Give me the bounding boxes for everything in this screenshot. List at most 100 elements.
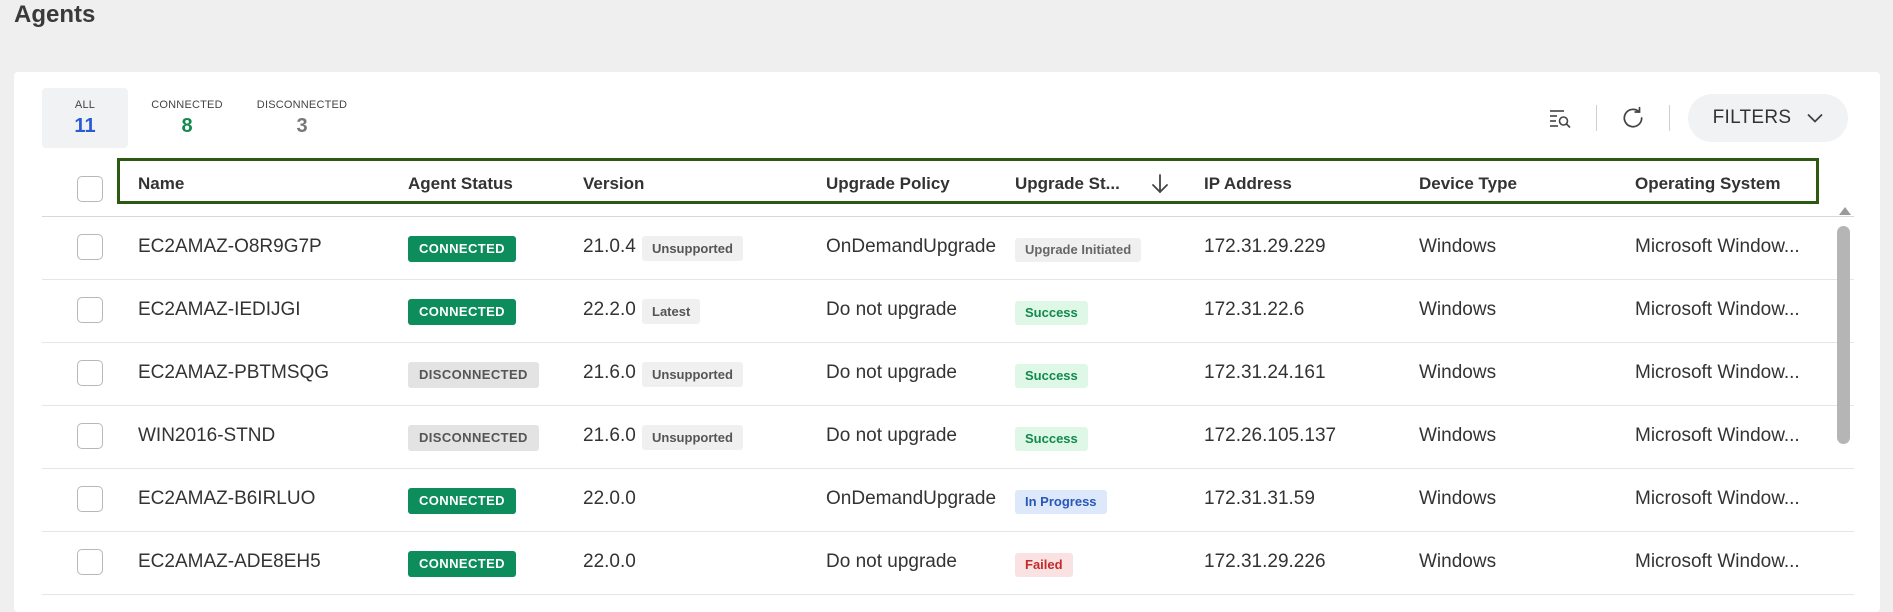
operating-system: Microsoft Window...: [1635, 236, 1800, 257]
tab-connected-label: CONNECTED: [151, 98, 223, 111]
col-header-ip-address[interactable]: IP Address: [1204, 174, 1292, 194]
col-header-device-type[interactable]: Device Type: [1419, 174, 1517, 194]
agent-version: 21.0.4: [583, 236, 636, 257]
table-row[interactable]: WIN2016-STND DISCONNECTED 21.6.0 Unsupporte…: [42, 406, 1854, 469]
table-toolbar: FILTERS: [1542, 94, 1848, 142]
device-type: Windows: [1419, 488, 1497, 509]
version-tag: Unsupported: [642, 362, 743, 387]
operating-system: Microsoft Window...: [1635, 299, 1800, 320]
filters-button[interactable]: FILTERS: [1688, 94, 1848, 142]
toolbar-divider: [1669, 105, 1670, 131]
search-list-icon[interactable]: [1542, 100, 1578, 136]
upgrade-status-badge: Success: [1015, 364, 1088, 388]
agent-status-badge: CONNECTED: [408, 299, 516, 325]
agent-name[interactable]: EC2AMAZ-PBTMSQG: [138, 362, 329, 384]
table-header: Name Agent Status Version Upgrade Policy…: [42, 158, 1854, 217]
table-row[interactable]: EC2AMAZ-ADE8EH5 CONNECTED 22.0.0 Do not upg…: [42, 532, 1854, 595]
device-type: Windows: [1419, 299, 1497, 320]
tab-disconnected-count: 3: [296, 114, 308, 137]
upgrade-policy: OnDemandUpgrade: [826, 236, 997, 257]
scroll-up-arrow-icon[interactable]: [1838, 206, 1852, 216]
operating-system: Microsoft Window...: [1635, 425, 1800, 446]
device-type: Windows: [1419, 236, 1497, 257]
table-row[interactable]: EC2AMAZ-B6IRLUO CONNECTED 22.0.0 OnDemandUp…: [42, 469, 1854, 532]
agent-status-badge: DISCONNECTED: [408, 425, 539, 451]
tab-connected-count: 8: [181, 114, 193, 137]
upgrade-status-badge: Success: [1015, 301, 1088, 325]
scrollbar-thumb[interactable]: [1837, 226, 1850, 444]
agent-name[interactable]: EC2AMAZ-O8R9G7P: [138, 236, 322, 258]
upgrade-policy: Do not upgrade: [826, 299, 957, 320]
select-all-checkbox[interactable]: [77, 176, 103, 202]
agent-version: 22.0.0: [583, 488, 636, 509]
row-checkbox[interactable]: [77, 297, 103, 323]
table-row[interactable]: EC2AMAZ-PBTMSQG DISCONNECTED 21.6.0 Unsuppo…: [42, 343, 1854, 406]
table-row[interactable]: EC2AMAZ-O8R9G7P CONNECTED 21.0.4 Unsupporte…: [42, 217, 1854, 280]
agents-card: ALL 11 CONNECTED 8 DISCONNECTED 3 FILTER…: [14, 72, 1880, 612]
row-checkbox[interactable]: [77, 423, 103, 449]
agent-name[interactable]: WIN2016-STND: [138, 425, 275, 447]
version-tag: Unsupported: [642, 425, 743, 450]
agent-version: 22.0.0: [583, 551, 636, 572]
agent-name[interactable]: EC2AMAZ-IEDIJGI: [138, 299, 301, 321]
version-tag: Unsupported: [642, 236, 743, 261]
col-header-agent-status[interactable]: Agent Status: [408, 174, 513, 194]
ip-address: 172.31.29.229: [1204, 236, 1326, 257]
tab-disconnected-label: DISCONNECTED: [256, 98, 348, 111]
agent-status-badge: DISCONNECTED: [408, 362, 539, 388]
agent-name[interactable]: EC2AMAZ-B6IRLUO: [138, 488, 315, 510]
arrow-down-icon[interactable]: [1151, 173, 1169, 195]
agent-status-badge: CONNECTED: [408, 551, 516, 577]
row-checkbox[interactable]: [77, 486, 103, 512]
tab-connected[interactable]: CONNECTED 8: [128, 88, 246, 148]
version-tag: Latest: [642, 299, 701, 324]
device-type: Windows: [1419, 425, 1497, 446]
upgrade-status-badge: In Progress: [1015, 490, 1107, 514]
upgrade-status-badge: Failed: [1015, 553, 1073, 577]
upgrade-policy: Do not upgrade: [826, 362, 957, 383]
chevron-down-icon: [1807, 113, 1824, 123]
col-header-upgrade-status[interactable]: Upgrade St...: [1015, 174, 1120, 194]
agent-status-badge: CONNECTED: [408, 236, 516, 262]
col-header-version[interactable]: Version: [583, 174, 644, 194]
page-title: Agents: [14, 1, 96, 28]
agent-status-badge: CONNECTED: [408, 488, 516, 514]
agent-version: 21.6.0: [583, 425, 636, 446]
agent-name[interactable]: EC2AMAZ-ADE8EH5: [138, 551, 321, 573]
row-checkbox[interactable]: [77, 234, 103, 260]
tab-all-label: ALL: [74, 98, 96, 111]
upgrade-policy: OnDemandUpgrade: [826, 488, 997, 509]
ip-address: 172.31.31.59: [1204, 488, 1315, 509]
upgrade-policy: Do not upgrade: [826, 425, 957, 446]
device-type: Windows: [1419, 362, 1497, 383]
device-type: Windows: [1419, 551, 1497, 572]
row-checkbox[interactable]: [77, 360, 103, 386]
tab-all-count: 11: [74, 114, 96, 137]
col-header-operating-system[interactable]: Operating System: [1635, 174, 1781, 194]
upgrade-status-badge: Upgrade Initiated: [1015, 238, 1142, 262]
refresh-icon[interactable]: [1615, 100, 1651, 136]
upgrade-policy: Do not upgrade: [826, 551, 957, 572]
ip-address: 172.31.22.6: [1204, 299, 1305, 320]
upgrade-status-badge: Success: [1015, 427, 1088, 451]
ip-address: 172.26.105.137: [1204, 425, 1337, 446]
status-filter-tabs: ALL 11 CONNECTED 8 DISCONNECTED 3: [42, 88, 358, 148]
vertical-scrollbar[interactable]: [1837, 226, 1850, 456]
operating-system: Microsoft Window...: [1635, 551, 1800, 572]
table-body: EC2AMAZ-O8R9G7P CONNECTED 21.0.4 Unsupporte…: [42, 217, 1854, 595]
agents-table: Name Agent Status Version Upgrade Policy…: [42, 158, 1854, 595]
col-header-upgrade-policy[interactable]: Upgrade Policy: [826, 174, 950, 194]
tab-disconnected[interactable]: DISCONNECTED 3: [246, 88, 358, 148]
table-row[interactable]: EC2AMAZ-IEDIJGI CONNECTED 22.2.0 Latest Do n…: [42, 280, 1854, 343]
agent-version: 22.2.0: [583, 299, 636, 320]
operating-system: Microsoft Window...: [1635, 362, 1800, 383]
toolbar-divider: [1596, 105, 1597, 131]
filters-label: FILTERS: [1712, 107, 1792, 128]
column-headers-highlight: [117, 158, 1819, 204]
tab-all[interactable]: ALL 11: [42, 88, 128, 148]
agent-version: 21.6.0: [583, 362, 636, 383]
operating-system: Microsoft Window...: [1635, 488, 1800, 509]
ip-address: 172.31.29.226: [1204, 551, 1326, 572]
col-header-name[interactable]: Name: [138, 174, 184, 194]
row-checkbox[interactable]: [77, 549, 103, 575]
